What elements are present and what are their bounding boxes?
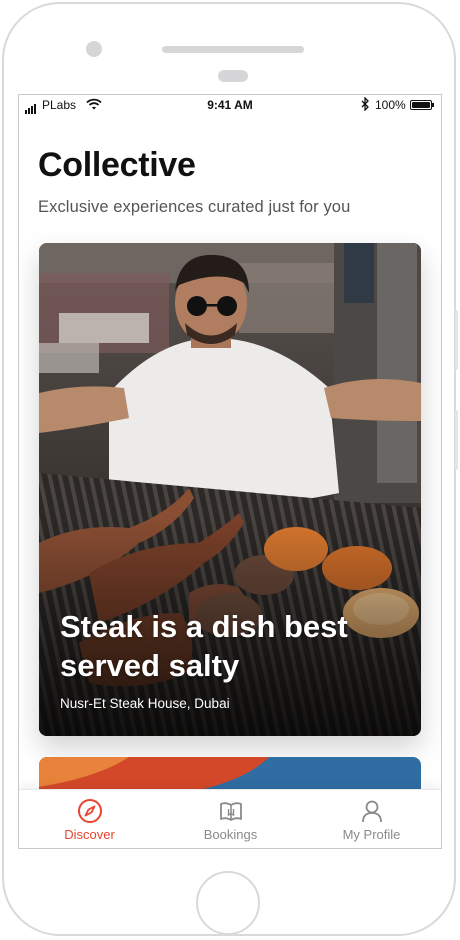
- status-bar: PLabs 9:41 AM 100%: [19, 95, 441, 117]
- tab-bookings-label: Bookings: [203, 827, 258, 842]
- side-button: [455, 410, 458, 470]
- experience-card[interactable]: Steak is a dish best served salty Nusr-E…: [39, 243, 421, 736]
- battery-percentage: 100%: [375, 98, 406, 112]
- tab-discover[interactable]: Discover: [19, 790, 160, 848]
- earpiece-speaker: [162, 46, 304, 53]
- page-subtitle: Exclusive experiences curated just for y…: [38, 198, 351, 216]
- tab-my-profile[interactable]: My Profile: [301, 790, 441, 848]
- tab-bookings[interactable]: Bookings: [160, 790, 301, 848]
- side-button: [455, 310, 458, 370]
- person-icon: [362, 800, 382, 823]
- battery-icon: [410, 100, 434, 110]
- compass-icon: [78, 799, 102, 823]
- tab-bar: Discover Bookings My Profile: [19, 789, 441, 848]
- page-title: Collective: [38, 146, 196, 184]
- tab-my-profile-label: My Profile: [342, 827, 401, 842]
- book-icon: [220, 802, 242, 821]
- home-button[interactable]: [195, 870, 261, 936]
- app-screen: PLabs 9:41 AM 100% Collective Exclusive …: [18, 94, 442, 849]
- proximity-sensor: [218, 70, 248, 82]
- front-camera: [86, 41, 102, 57]
- experience-location: Nusr-Et Steak House, Dubai: [60, 696, 230, 711]
- bluetooth-icon: [361, 97, 369, 111]
- experience-title: Steak is a dish best served salty: [60, 609, 348, 683]
- tab-discover-label: Discover: [64, 827, 115, 842]
